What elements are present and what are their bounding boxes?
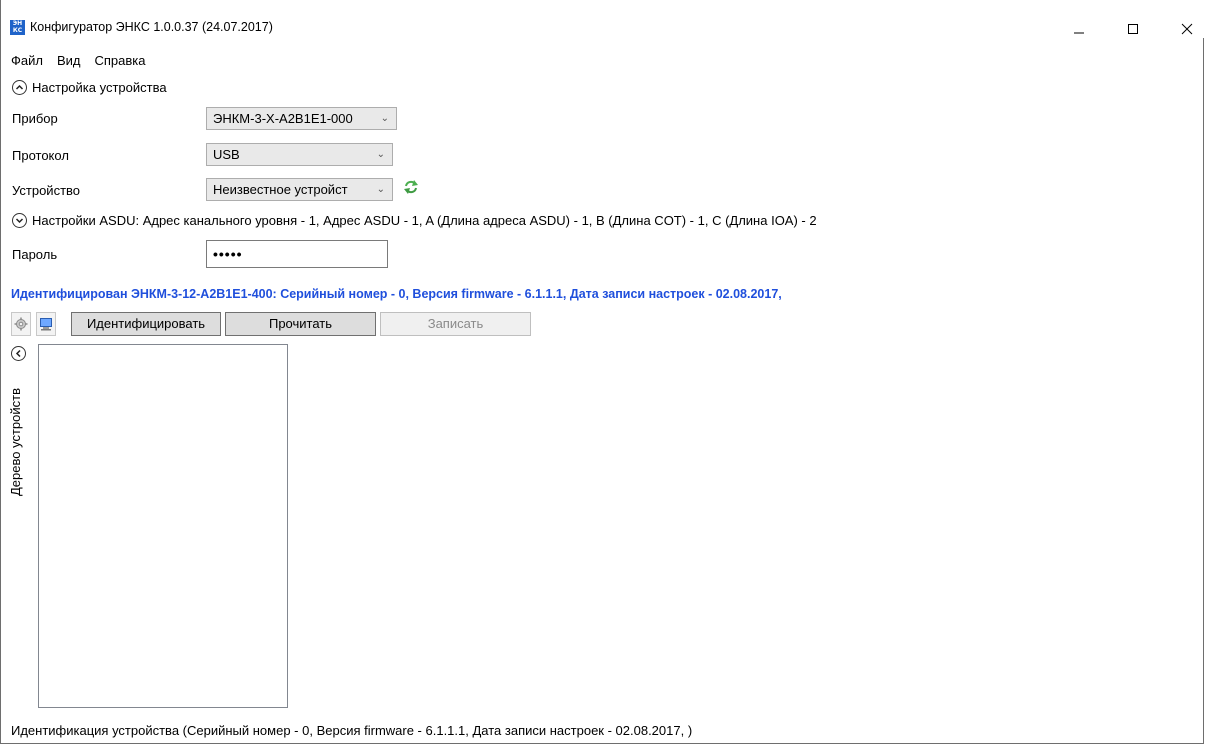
settings-button[interactable] — [11, 312, 31, 336]
protocol-select-value: USB — [213, 147, 240, 162]
logo-text-top: ЭН — [12, 20, 23, 27]
maximize-icon — [1128, 24, 1138, 34]
device-tree-panel[interactable] — [38, 344, 288, 708]
chevron-down-circle-icon[interactable] — [12, 213, 27, 228]
port-select-value: Неизвестное устройст — [213, 182, 348, 197]
device-settings-header: Настройка устройства — [12, 80, 167, 95]
port-label: Устройство — [12, 183, 81, 198]
identify-button[interactable]: Идентифицировать — [71, 312, 221, 336]
app-window: ЭН КС Конфигуратор ЭНКС 1.0.0.37 (24.07.… — [0, 0, 1205, 744]
menu-bar: Файл Вид Справка — [11, 53, 146, 68]
protocol-select[interactable]: USB ⌄ — [206, 143, 393, 166]
minimize-button[interactable] — [1056, 14, 1102, 44]
menu-help[interactable]: Справка — [95, 53, 146, 68]
minimize-icon — [1074, 32, 1084, 34]
enks-logo-icon: ЭН КС — [10, 20, 25, 35]
logo-text-bottom: КС — [12, 27, 23, 34]
write-button[interactable]: Записать — [380, 312, 531, 336]
gear-icon — [14, 317, 28, 331]
refresh-icon[interactable] — [403, 179, 419, 195]
window-title: Конфигуратор ЭНКС 1.0.0.37 (24.07.2017) — [30, 20, 273, 34]
chevron-down-icon: ⌄ — [376, 184, 385, 195]
chevron-down-icon: ⌄ — [376, 149, 385, 160]
title-bar: ЭН КС Конфигуратор ЭНКС 1.0.0.37 (24.07.… — [1, 0, 1205, 38]
chevron-up-circle-icon[interactable] — [12, 80, 27, 95]
device-select-value: ЭНКМ-3-Х-А2В1Е1-000 — [213, 111, 353, 126]
port-select[interactable]: Неизвестное устройст ⌄ — [206, 178, 393, 201]
password-label: Пароль — [12, 247, 58, 262]
chevron-down-icon: ⌄ — [380, 113, 389, 124]
device-settings-title: Настройка устройства — [32, 80, 167, 95]
menu-file[interactable]: Файл — [11, 53, 43, 68]
computer-icon — [40, 318, 52, 331]
maximize-button[interactable] — [1110, 14, 1156, 44]
identification-info: Идентифицирован ЭНКМ-3-12-А2В1Е1-400: Се… — [11, 287, 782, 301]
device-select[interactable]: ЭНКМ-3-Х-А2В1Е1-000 ⌄ — [206, 107, 397, 130]
tree-collapse-button[interactable] — [11, 346, 31, 361]
close-button[interactable] — [1164, 14, 1205, 44]
device-tree-label: Дерево устройств — [8, 388, 23, 496]
device-button[interactable] — [36, 312, 56, 336]
read-button[interactable]: Прочитать — [225, 312, 376, 336]
asdu-settings-header: Настройки ASDU: Адрес канального уровня … — [12, 213, 817, 228]
device-label: Прибор — [12, 111, 58, 126]
asdu-settings-text: Настройки ASDU: Адрес канального уровня … — [32, 213, 817, 228]
chevron-left-circle-icon — [11, 346, 26, 361]
password-field[interactable]: ••••• — [206, 240, 388, 268]
protocol-label: Протокол — [12, 148, 69, 163]
menu-view[interactable]: Вид — [57, 53, 81, 68]
close-icon — [1181, 23, 1193, 35]
status-bar-text: Идентификация устройства (Серийный номер… — [11, 723, 693, 738]
